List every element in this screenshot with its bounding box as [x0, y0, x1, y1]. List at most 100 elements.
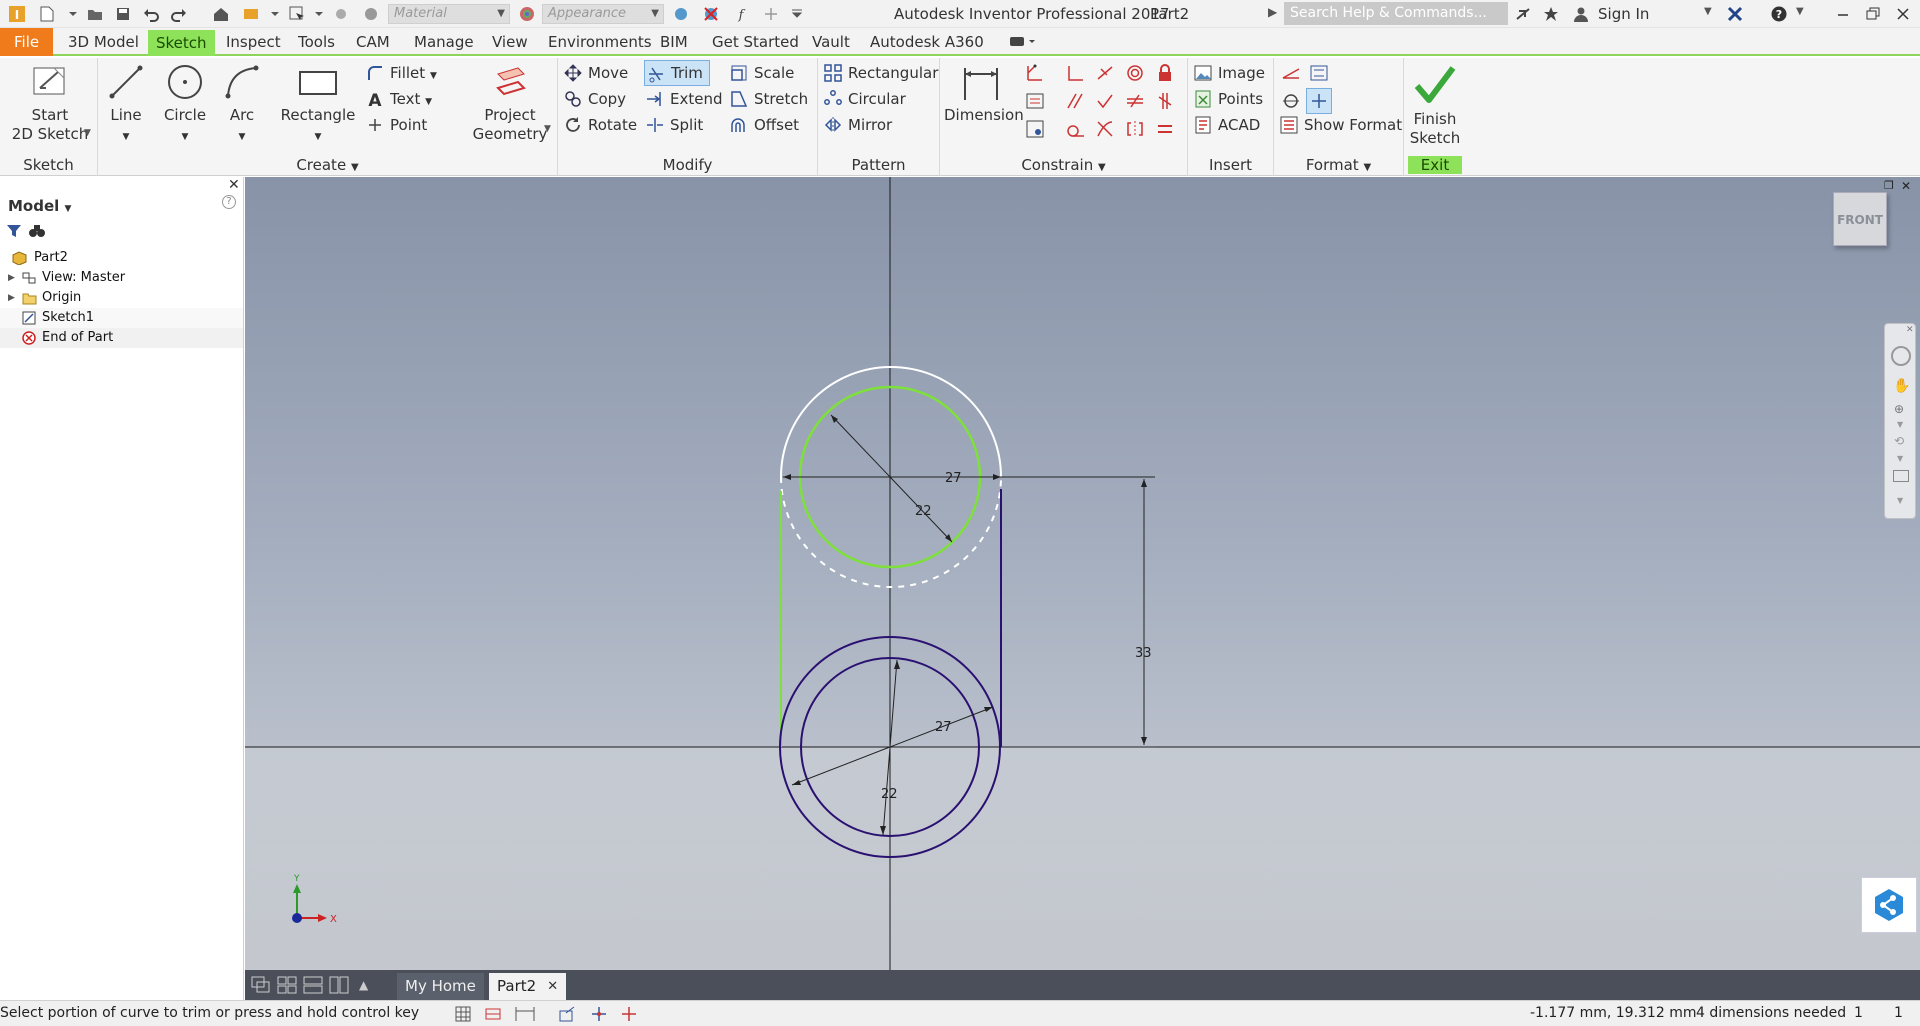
- tab-my-home[interactable]: My Home: [397, 973, 484, 1000]
- finish-sketch-button[interactable]: Finish Sketch: [1408, 62, 1462, 148]
- tab-get-started[interactable]: Get Started: [704, 28, 807, 56]
- appearance-combo[interactable]: Appearance ▼: [542, 4, 664, 24]
- look-at-icon[interactable]: [1893, 470, 1909, 482]
- points-button[interactable]: Points: [1192, 86, 1272, 112]
- dim-label-bottom-outer[interactable]: 27: [935, 720, 952, 735]
- chevron-down-icon[interactable]: ▼: [84, 128, 91, 138]
- tab-part2[interactable]: Part2 ✕: [489, 973, 567, 1000]
- redo-icon[interactable]: [168, 4, 190, 24]
- tree-item-sketch1[interactable]: Sketch1: [0, 308, 243, 328]
- dimension-display-icon[interactable]: [514, 1005, 536, 1023]
- rectangle-button[interactable]: Rectangle ▼: [280, 62, 356, 147]
- home-icon[interactable]: [210, 4, 232, 24]
- chevron-down-icon[interactable]: ▼: [1897, 420, 1903, 429]
- tab-inspect[interactable]: Inspect: [218, 28, 289, 56]
- tab-tools[interactable]: Tools: [290, 28, 343, 56]
- construction-icon[interactable]: [1278, 60, 1304, 86]
- dim-label-top-outer[interactable]: 27: [945, 471, 962, 486]
- save-icon[interactable]: [112, 4, 134, 24]
- undo-icon[interactable]: [140, 4, 162, 24]
- show-dof-icon[interactable]: [590, 1005, 608, 1023]
- stretch-button[interactable]: Stretch: [728, 86, 814, 112]
- coincident-icon[interactable]: [1062, 60, 1088, 86]
- rectangular-pattern-button[interactable]: Rectangular: [822, 60, 938, 86]
- project-geometry-button[interactable]: Project Geometry: [470, 62, 550, 144]
- sign-in-link[interactable]: Sign In: [1598, 5, 1649, 23]
- sketch-canvas[interactable]: 27 22 33 27 22 Y X: [245, 177, 1920, 970]
- tab-vault[interactable]: Vault: [804, 28, 858, 56]
- collinear-icon[interactable]: [1092, 60, 1118, 86]
- tree-item-part2[interactable]: Part2: [0, 248, 243, 268]
- fillet-button[interactable]: Fillet ▼: [364, 60, 460, 86]
- close-icon[interactable]: ✕: [1906, 325, 1914, 335]
- start-2d-sketch-button[interactable]: Start 2D Sketch: [10, 62, 90, 144]
- circular-pattern-button[interactable]: Circular: [822, 86, 922, 112]
- image-button[interactable]: Image: [1192, 60, 1272, 86]
- browser-title-dropdown[interactable]: Model ▼: [8, 197, 71, 215]
- show-format-button[interactable]: Show Format: [1278, 112, 1402, 138]
- chevron-down-icon[interactable]: ▼: [1897, 496, 1903, 505]
- split-button[interactable]: Split: [644, 112, 710, 138]
- viewport-close-icon[interactable]: ✕: [1901, 179, 1911, 193]
- material-combo[interactable]: Material ▼: [388, 4, 510, 24]
- expand-icon[interactable]: ▶: [1268, 5, 1277, 19]
- tab-view[interactable]: View: [484, 28, 536, 56]
- tree-item-view-master[interactable]: ▶ View: Master: [0, 268, 243, 288]
- fix-icon[interactable]: [1152, 60, 1178, 86]
- chevron-down-icon[interactable]: ▼: [1796, 6, 1804, 17]
- new-dropdown-icon[interactable]: [62, 4, 84, 24]
- dim-label-vertical[interactable]: 33: [1135, 646, 1152, 661]
- close-icon[interactable]: ✕: [228, 177, 240, 193]
- acad-button[interactable]: ACAD: [1192, 112, 1272, 138]
- create-panel-title[interactable]: Create ▼: [98, 156, 557, 174]
- symmetric-icon[interactable]: [1122, 116, 1148, 142]
- constrain-panel-title[interactable]: Constrain ▼: [940, 156, 1187, 174]
- chevron-down-icon[interactable]: ▼: [1704, 6, 1712, 17]
- top-inner-diameter-dim-line[interactable]: [830, 414, 953, 543]
- tree-item-end-of-part[interactable]: End of Part: [0, 328, 243, 348]
- tab-cam[interactable]: CAM: [348, 28, 398, 56]
- graphics-viewport[interactable]: 27 22 33 27 22 Y X ▁ ❐ ✕ FRONT ✕ ✋ ⊕ ▼ ⟲: [245, 177, 1920, 970]
- chevron-down-icon[interactable]: ▼: [1897, 454, 1903, 463]
- ribbon-display-toggle-icon[interactable]: [1008, 34, 1036, 50]
- tab-file[interactable]: File: [0, 28, 54, 56]
- clear-appearance-icon[interactable]: [700, 4, 722, 24]
- user-icon[interactable]: [1570, 4, 1592, 24]
- arc-button[interactable]: Arc ▼: [220, 62, 264, 147]
- steering-wheel-icon[interactable]: [1891, 346, 1911, 366]
- pan-icon[interactable]: ✋: [1893, 378, 1910, 394]
- extend-button[interactable]: Extend: [644, 86, 723, 112]
- tab-autodesk-a360[interactable]: Autodesk A360: [862, 28, 992, 56]
- driven-dimension-icon[interactable]: [1306, 88, 1332, 114]
- dropdown-icon[interactable]: [308, 4, 330, 24]
- offset-button[interactable]: Offset: [728, 112, 814, 138]
- tile-vertical-icon[interactable]: [329, 976, 349, 994]
- vertical-icon[interactable]: [1152, 88, 1178, 114]
- trim-button[interactable]: Trim: [644, 60, 710, 86]
- chevron-right-icon[interactable]: ▶: [8, 268, 15, 288]
- customize-icon[interactable]: [786, 4, 808, 24]
- rotate-button[interactable]: Rotate: [562, 112, 642, 138]
- viewport-restore-icon[interactable]: ❐: [1884, 179, 1894, 192]
- tree-item-origin[interactable]: ▶ Origin: [0, 288, 243, 308]
- perpendicular-icon[interactable]: [1092, 88, 1118, 114]
- help-icon[interactable]: ?: [1768, 4, 1790, 24]
- search-input[interactable]: Search Help & Commands...: [1284, 2, 1508, 25]
- tangent-icon[interactable]: [1062, 116, 1088, 142]
- auto-dimension-icon[interactable]: [1022, 60, 1048, 86]
- filter-icon[interactable]: [6, 223, 22, 239]
- constraint-settings-icon[interactable]: [1022, 116, 1048, 142]
- project-icon[interactable]: [240, 4, 262, 24]
- line-button[interactable]: Line ▼: [104, 62, 148, 147]
- chevron-right-icon[interactable]: ▶: [8, 288, 15, 308]
- grid-snap-icon[interactable]: [454, 1005, 472, 1023]
- dim-label-bottom-inner[interactable]: 22: [881, 787, 898, 802]
- restore-icon[interactable]: [1862, 4, 1884, 24]
- show-constraints-icon[interactable]: [1022, 88, 1048, 114]
- circle-button[interactable]: Circle ▼: [160, 62, 210, 147]
- binoculars-icon[interactable]: [28, 223, 46, 239]
- center-point-icon[interactable]: [1278, 88, 1304, 114]
- dim-label-top-inner[interactable]: 22: [915, 504, 932, 519]
- top-outer-arc-trim-preview[interactable]: [780, 476, 1002, 588]
- mirror-button[interactable]: Mirror: [822, 112, 912, 138]
